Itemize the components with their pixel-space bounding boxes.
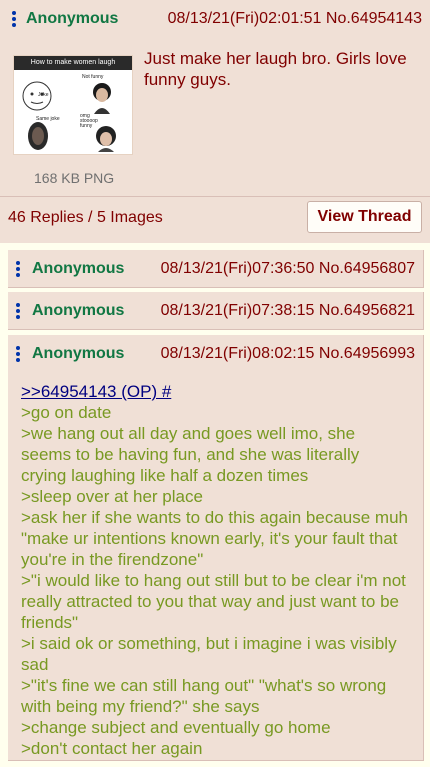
thumbnail-label: Joke — [38, 92, 49, 98]
replies-summary: 46 Replies / 5 Images — [8, 209, 163, 226]
greentext-line: >we hang out all day and goes well imo, … — [21, 424, 360, 485]
post-menu-icon[interactable] — [16, 303, 20, 319]
reply-post: Anonymous 08/13/21(Fri)08:02:15 No.64956… — [8, 335, 424, 761]
thumbnail-label: Not funny — [82, 74, 104, 80]
thumbnail-label: omg stoooop funny — [80, 113, 98, 129]
post-datetime: 08/13/21(Fri)07:38:15 — [160, 302, 315, 319]
post-datetime: 08/13/21(Fri)07:36:50 — [160, 260, 315, 277]
reply-post: Anonymous 08/13/21(Fri)07:38:15 No.64956… — [8, 292, 424, 330]
op-thumbnail[interactable]: How to make women laugh Joke Not funny S… — [13, 55, 133, 155]
greentext-line: >change subject and eventually go home — [21, 718, 331, 737]
post-number[interactable]: No.64956807 — [319, 260, 415, 277]
poster-name: Anonymous — [32, 345, 125, 362]
post-datetime: 08/13/21(Fri)08:02:15 — [160, 345, 315, 362]
poster-name: Anonymous — [32, 260, 125, 277]
file-info: 168 KB PNG — [34, 170, 115, 186]
post-meta: 08/13/21(Fri)07:36:50 No.64956807 — [161, 260, 415, 278]
post-menu-icon[interactable] — [12, 11, 16, 27]
poster-name: Anonymous — [26, 10, 119, 27]
post-number[interactable]: No.64956821 — [319, 302, 415, 319]
post-meta: 08/13/21(Fri)02:01:51 No.64954143 — [168, 10, 422, 28]
post-number[interactable]: No.64954143 — [326, 10, 422, 27]
post-meta: 08/13/21(Fri)08:02:15 No.64956993 — [161, 345, 415, 363]
greentext-line: >"it's fine we can still hang out" "what… — [21, 676, 387, 716]
post-menu-icon[interactable] — [16, 346, 20, 362]
meme-image — [22, 81, 116, 152]
greentext-line: >go on date — [21, 403, 112, 422]
op-header: Anonymous 08/13/21(Fri)02:01:51 No.64954… — [0, 0, 430, 38]
greentext-line: >"i would like to hang out still but to … — [21, 571, 406, 632]
reply-header: Anonymous 08/13/21(Fri)07:38:15 No.64956… — [8, 292, 423, 330]
greentext-line: >i said ok or something, but i imagine i… — [21, 634, 397, 674]
greentext-line: >ask her if she wants to do this again b… — [21, 508, 408, 569]
reply-comment: >>64954143 (OP) # >go on date >we hang o… — [21, 381, 409, 759]
replies-bar: 46 Replies / 5 Images View Thread — [0, 196, 430, 238]
post-meta: 08/13/21(Fri)07:38:15 No.64956821 — [161, 302, 415, 320]
reply-header: Anonymous 08/13/21(Fri)08:02:15 No.64956… — [8, 335, 423, 373]
greentext-line: >don't contact her again — [21, 739, 203, 758]
post-number[interactable]: No.64956993 — [319, 345, 415, 362]
greentext-line: >sleep over at her place — [21, 487, 203, 506]
post-datetime: 08/13/21(Fri)02:01:51 — [167, 10, 322, 27]
reply-post: Anonymous 08/13/21(Fri)07:36:50 No.64956… — [8, 250, 424, 288]
thumbnail-label: Same joke — [36, 116, 60, 122]
quote-link[interactable]: >>64954143 (OP) # — [21, 382, 171, 401]
view-thread-button[interactable]: View Thread — [307, 201, 422, 233]
poster-name: Anonymous — [32, 302, 125, 319]
op-post: Anonymous 08/13/21(Fri)02:01:51 No.64954… — [0, 0, 430, 243]
op-comment: Just make her laugh bro. Girls love funn… — [144, 49, 407, 89]
thumbnail-banner: How to make women laugh — [14, 56, 132, 70]
post-menu-icon[interactable] — [16, 261, 20, 277]
reply-header: Anonymous 08/13/21(Fri)07:36:50 No.64956… — [8, 250, 423, 288]
